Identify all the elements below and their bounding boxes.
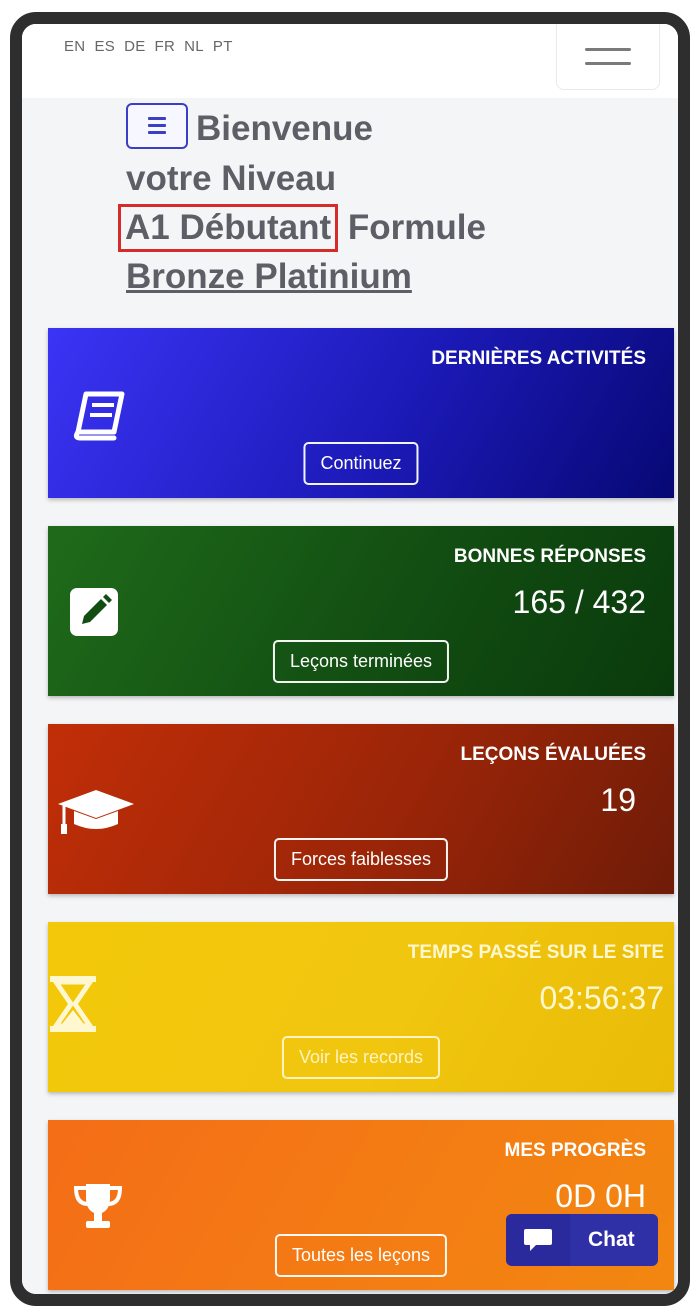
lang-en[interactable]: EN bbox=[64, 38, 85, 55]
menu-icon bbox=[148, 117, 166, 121]
card-title: TEMPS PASSÉ SUR LE SITE bbox=[407, 942, 664, 963]
lang-nl[interactable]: NL bbox=[184, 38, 204, 55]
language-switcher: EN ES DE FR NL PT bbox=[64, 38, 233, 55]
level-label: votre Niveau bbox=[126, 158, 337, 198]
lang-de[interactable]: DE bbox=[124, 38, 145, 55]
lang-pt[interactable]: PT bbox=[213, 38, 233, 55]
strengths-weaknesses-button[interactable]: Forces faiblesses bbox=[273, 838, 449, 881]
level-value: A1 Débutant bbox=[118, 203, 339, 252]
progress-value: 0D 0H bbox=[555, 1178, 646, 1214]
welcome-heading: Bienvenue votre Niveau A1 Débutant Formu… bbox=[118, 102, 576, 301]
trophy-icon bbox=[73, 1184, 123, 1228]
lang-fr[interactable]: FR bbox=[155, 38, 176, 55]
card-title: BONNES RÉPONSES bbox=[453, 546, 646, 567]
plan-link[interactable]: Bronze Platinium bbox=[126, 257, 412, 296]
completed-lessons-button[interactable]: Leçons terminées bbox=[272, 640, 450, 683]
card-correct-answers: BONNES RÉPONSES 165 / 432 Leçons terminé… bbox=[48, 526, 674, 696]
lang-es[interactable]: ES bbox=[94, 38, 115, 55]
hourglass-icon bbox=[50, 976, 96, 1032]
hamburger-icon bbox=[585, 48, 631, 51]
chat-button[interactable]: Chat bbox=[506, 1214, 658, 1266]
all-lessons-button[interactable]: Toutes les leçons bbox=[274, 1234, 448, 1277]
card-title: LEÇONS ÉVALUÉES bbox=[460, 744, 646, 765]
card-time-spent: TEMPS PASSÉ SUR LE SITE 03:56:37 Voir le… bbox=[48, 922, 674, 1092]
card-title: MES PROGRÈS bbox=[504, 1140, 646, 1161]
time-spent-value: 03:56:37 bbox=[539, 980, 664, 1016]
graduation-cap-icon bbox=[58, 790, 134, 834]
sidebar-toggle-button[interactable] bbox=[126, 102, 188, 149]
formula-label: Formule bbox=[347, 207, 486, 247]
pencil-square-icon bbox=[70, 588, 118, 636]
evaluated-lessons-value: 19 bbox=[600, 782, 636, 818]
phone-frame: EN ES DE FR NL PT Bienvenue votre Niveau… bbox=[10, 12, 690, 1306]
continue-button[interactable]: Continuez bbox=[303, 442, 419, 485]
book-icon bbox=[73, 391, 125, 441]
screen: EN ES DE FR NL PT Bienvenue votre Niveau… bbox=[22, 24, 678, 1294]
main-menu-button[interactable] bbox=[556, 24, 660, 90]
top-bar: EN ES DE FR NL PT bbox=[22, 24, 678, 98]
chat-bubble-icon bbox=[506, 1214, 570, 1266]
view-records-button[interactable]: Voir les records bbox=[281, 1036, 441, 1079]
card-title: DERNIÈRES ACTIVITÉS bbox=[431, 348, 646, 369]
greeting: Bienvenue bbox=[196, 109, 373, 148]
correct-answers-value: 165 / 432 bbox=[512, 584, 646, 620]
card-evaluated-lessons: LEÇONS ÉVALUÉES 19 Forces faiblesses bbox=[48, 724, 674, 894]
chat-label: Chat bbox=[588, 1228, 635, 1251]
card-last-activities: DERNIÈRES ACTIVITÉS Continuez bbox=[48, 328, 674, 498]
